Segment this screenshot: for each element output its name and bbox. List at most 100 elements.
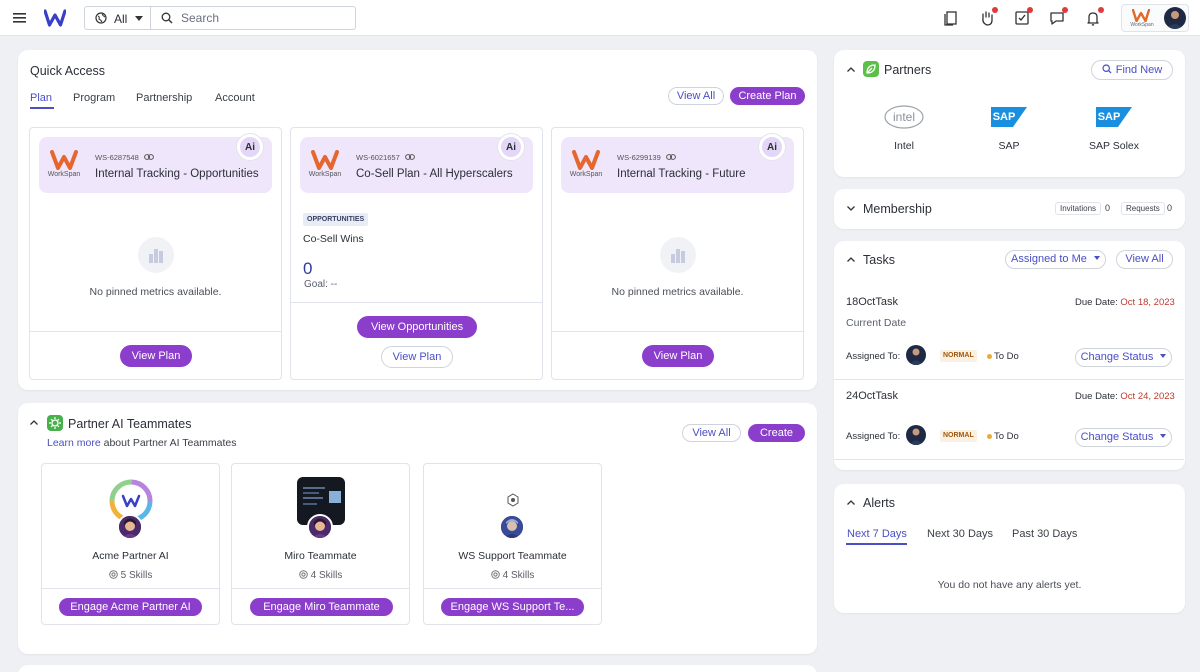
teammate-card[interactable]: Miro Teammate 4 Skills Engage Miro Teamm…: [231, 463, 410, 625]
ai-assistant-button[interactable]: Ai: [759, 134, 785, 160]
workspan-logo[interactable]: [44, 9, 66, 27]
tab-account[interactable]: Account: [215, 92, 255, 104]
task-due-date: Due Date: Oct 18, 2023: [1075, 297, 1175, 308]
chevron-down-icon: [135, 16, 143, 21]
alerts-title: Alerts: [863, 496, 895, 510]
engage-teammate-button[interactable]: Engage Acme Partner AI: [59, 598, 202, 616]
view-all-teammates-button[interactable]: View All: [682, 424, 741, 442]
plan-logo-text: WorkSpan: [308, 171, 342, 178]
due-date-value: Oct 18, 2023: [1120, 297, 1175, 308]
alerts-card: Alerts Next 7 Days Next 30 Days Past 30 …: [834, 484, 1185, 613]
chevron-down-icon: [1093, 256, 1100, 260]
change-status-dropdown[interactable]: Change Status: [1075, 428, 1172, 447]
skills-icon: [298, 570, 308, 579]
teammate-skills: 5 Skills: [42, 570, 219, 581]
bookmark-icon[interactable]: [942, 9, 960, 27]
view-plan-button[interactable]: View Plan: [642, 345, 714, 367]
support-teammate-logo: [506, 493, 520, 507]
chevron-down-icon: [1160, 434, 1167, 438]
checkbox-icon[interactable]: [1013, 7, 1033, 27]
invitations-label[interactable]: Invitations: [1055, 202, 1102, 215]
task-title[interactable]: 24OctTask: [846, 390, 898, 402]
tab-partnership[interactable]: Partnership: [136, 92, 192, 104]
chevron-up-icon[interactable]: [847, 257, 855, 262]
task-due-date: Due Date: Oct 24, 2023: [1075, 391, 1175, 402]
requests-count: 0: [1167, 203, 1173, 213]
assignee-avatar[interactable]: [906, 425, 926, 445]
partner-name: Intel: [894, 140, 914, 152]
skills-count: 4 Skills: [310, 570, 343, 581]
assigned-to-label: Assigned To:: [846, 431, 901, 442]
teammate-card[interactable]: WS Support Teammate 4 Skills Engage WS S…: [423, 463, 602, 625]
teammate-card[interactable]: Acme Partner AI 5 Skills Engage Acme Par…: [41, 463, 220, 625]
learn-more-link[interactable]: Learn more: [47, 437, 101, 449]
task-row[interactable]: 24OctTask Due Date: Oct 24, 2023 Assigne…: [834, 380, 1184, 460]
partners-title: Partners: [884, 63, 932, 77]
skills-count: 4 Skills: [502, 570, 535, 581]
hand-icon[interactable]: [978, 7, 998, 27]
tab-plan[interactable]: Plan: [30, 92, 52, 104]
due-date-label: Due Date:: [1075, 391, 1121, 402]
plan-name[interactable]: Co-Sell Plan - All Hyperscalers: [356, 168, 526, 180]
ai-assistant-button[interactable]: Ai: [498, 134, 524, 160]
link-icon[interactable]: [666, 154, 676, 160]
view-plan-button[interactable]: View Plan: [120, 345, 192, 367]
workspan-mini-logo: WorkSpan: [1130, 9, 1154, 29]
priority-badge: NORMAL: [940, 350, 977, 362]
tasks-card: Tasks Assigned to Me View All 18OctTask …: [834, 241, 1185, 470]
partner-sap[interactable]: SAP SAP: [964, 104, 1054, 154]
plan-name[interactable]: Internal Tracking - Opportunities: [95, 168, 265, 180]
link-icon[interactable]: [405, 154, 415, 160]
create-teammate-button[interactable]: Create: [748, 424, 805, 442]
engage-teammate-button[interactable]: Engage Miro Teammate: [250, 598, 393, 616]
ai-badge-text: Ai: [767, 142, 777, 153]
create-plan-button[interactable]: Create Plan: [730, 87, 805, 105]
plan-card[interactable]: WorkSpan WS-6021657 Co-Sell Plan - All H…: [290, 127, 543, 380]
divider: [232, 588, 409, 589]
user-avatar[interactable]: [1164, 7, 1186, 29]
divider: [552, 331, 803, 332]
bell-icon[interactable]: [1084, 7, 1104, 27]
change-status-dropdown[interactable]: Change Status: [1075, 348, 1172, 367]
workspan-plan-logo: WorkSpan: [45, 150, 83, 182]
plan-name[interactable]: Internal Tracking - Future: [617, 168, 787, 180]
chevron-up-icon[interactable]: [847, 500, 855, 505]
view-all-tasks-button[interactable]: View All: [1116, 250, 1173, 269]
view-all-plans-button[interactable]: View All: [668, 87, 724, 105]
tab-past-30-days[interactable]: Past 30 Days: [1012, 528, 1077, 540]
view-opportunities-button[interactable]: View Opportunities: [357, 316, 477, 338]
plan-logo-text: WorkSpan: [569, 171, 603, 178]
search-scope-dropdown[interactable]: All: [85, 7, 151, 29]
tab-next-30-days[interactable]: Next 30 Days: [927, 528, 993, 540]
task-filter-dropdown[interactable]: Assigned to Me: [1005, 250, 1106, 269]
ai-assistant-button[interactable]: Ai: [237, 134, 263, 160]
assignee-avatar[interactable]: [906, 345, 926, 365]
tab-next-7-days[interactable]: Next 7 Days: [847, 528, 907, 540]
chevron-up-icon[interactable]: [30, 420, 38, 425]
link-icon[interactable]: [144, 154, 154, 160]
partner-ai-subtitle: Learn more about Partner AI Teammates: [47, 437, 237, 449]
active-tab-indicator: [846, 543, 907, 545]
search-input[interactable]: [181, 9, 351, 27]
chevron-up-icon[interactable]: [847, 67, 855, 72]
tab-program[interactable]: Program: [73, 92, 115, 104]
engage-teammate-button[interactable]: Engage WS Support Te...: [441, 598, 584, 616]
search-scope-label: All: [114, 12, 128, 26]
requests-label[interactable]: Requests: [1121, 202, 1165, 215]
chat-icon[interactable]: [1048, 7, 1068, 27]
plan-id: WS-6021657: [356, 153, 400, 162]
plan-card[interactable]: WorkSpan WS-6287548 Internal Tracking - …: [29, 127, 282, 380]
task-title[interactable]: 18OctTask: [846, 296, 898, 308]
workspace-switcher[interactable]: WorkSpan: [1121, 4, 1189, 32]
chevron-down-icon[interactable]: [847, 206, 855, 211]
find-new-label: Find New: [1115, 64, 1163, 76]
menu-icon[interactable]: [12, 11, 28, 25]
teammate-skills: 4 Skills: [424, 570, 601, 581]
view-plan-button[interactable]: View Plan: [381, 346, 453, 368]
find-new-partner-button[interactable]: Find New: [1091, 60, 1173, 80]
partner-intel[interactable]: intel Intel: [859, 104, 949, 154]
teammate-skills: 4 Skills: [232, 570, 409, 581]
plan-card[interactable]: WorkSpan WS-6299139 Internal Tracking - …: [551, 127, 804, 380]
task-row[interactable]: 18OctTask Due Date: Oct 18, 2023 Current…: [834, 286, 1184, 380]
partner-sap-solex[interactable]: SAP SAP Solex: [1069, 104, 1159, 154]
